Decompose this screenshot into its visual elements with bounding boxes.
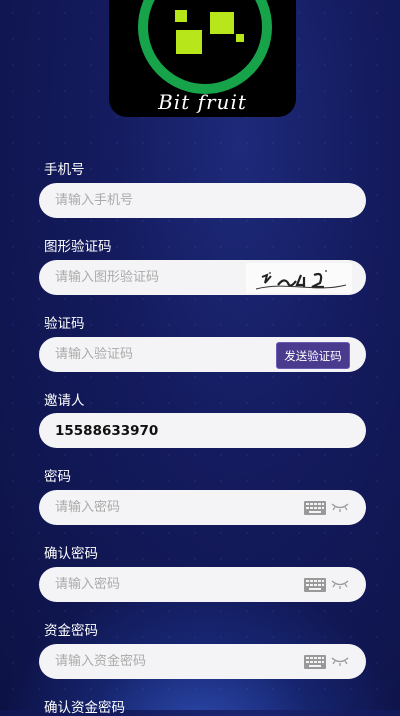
phone-label: 手机号 [44,162,85,178]
sms-code-label: 验证码 [44,316,85,332]
keyboard-icon[interactable] [304,501,326,515]
inviter-field[interactable] [39,413,366,448]
phone-field[interactable] [39,183,366,218]
password-label: 密码 [44,469,71,485]
fund-password-label: 资金密码 [44,623,98,639]
confirm-password-label: 确认密码 [44,546,98,562]
confirm-password-field[interactable] [39,567,366,602]
sms-code-input[interactable] [55,347,275,362]
send-code-button[interactable]: 发送验证码 [276,342,350,369]
inviter-input[interactable] [55,422,275,439]
eye-closed-icon[interactable] [331,502,349,512]
captcha-image[interactable] [246,263,352,293]
phone-input[interactable] [55,193,275,208]
logo-text: Bit fruit [158,90,247,114]
image-code-field[interactable] [39,260,366,295]
password-field[interactable] [39,490,366,525]
confirm-password-input[interactable] [55,577,275,592]
inviter-label: 邀请人 [44,393,85,409]
confirm-fund-password-label: 确认资金密码 [44,700,125,716]
fund-password-field[interactable] [39,644,366,679]
eye-closed-icon[interactable] [331,656,349,666]
eye-closed-icon[interactable] [331,579,349,589]
fund-password-input[interactable] [55,654,275,669]
sms-code-field[interactable]: 发送验证码 [39,337,366,372]
image-code-label: 图形验证码 [44,239,112,255]
password-input[interactable] [55,500,275,515]
keyboard-icon[interactable] [304,578,326,592]
image-code-input[interactable] [55,270,275,285]
app-logo: Bit fruit [109,0,296,117]
keyboard-icon[interactable] [304,655,326,669]
